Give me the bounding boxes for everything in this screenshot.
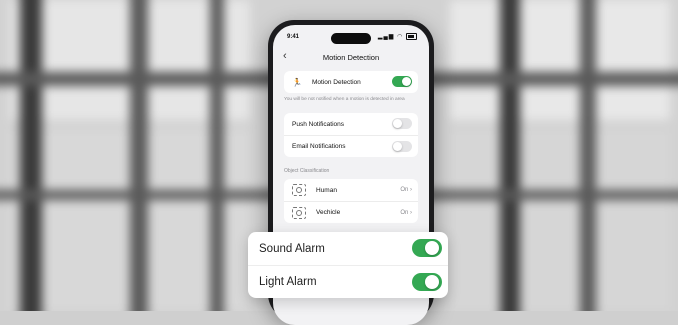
signal-icon: ▂▄▆	[377, 34, 395, 41]
battery-icon	[406, 33, 417, 40]
status-time: 9:41	[287, 34, 300, 40]
sound-alarm-toggle[interactable]	[412, 239, 442, 257]
email-notifications-row: Email Notifications	[284, 135, 418, 157]
motion-detection-toggle[interactable]	[392, 76, 412, 87]
motion-detection-row: 🏃 Motion Detection	[284, 71, 418, 93]
light-alarm-label: Light Alarm	[259, 276, 317, 288]
human-scan-icon	[292, 184, 306, 196]
motion-hint: You will be not notified when a motion i…	[284, 97, 405, 102]
human-label: Human	[316, 186, 337, 194]
push-notifications-toggle[interactable]	[392, 118, 412, 129]
object-classification-heading: Object Classification	[284, 168, 330, 174]
nav-bar: ‹ Motion Detection	[273, 49, 429, 65]
motion-detection-label: Motion Detection	[311, 78, 361, 86]
wifi-icon: ◠	[397, 34, 404, 41]
push-notifications-row: Push Notifications	[284, 113, 418, 135]
vehicle-row[interactable]: Vechicle On ›	[284, 201, 418, 223]
vehicle-value: On ›	[400, 209, 412, 216]
running-person-icon: 🏃	[292, 77, 302, 87]
dynamic-island	[331, 33, 371, 44]
email-notifications-toggle[interactable]	[392, 141, 412, 152]
vehicle-label: Vechicle	[316, 209, 341, 216]
status-icons: ▂▄▆ ◠	[378, 33, 417, 40]
notifications-card: Push Notifications Email Notifications	[284, 113, 418, 157]
page-title: Motion Detection	[322, 53, 380, 62]
alarms-card: Sound Alarm Light Alarm	[248, 232, 448, 298]
human-row[interactable]: Human On ›	[284, 179, 418, 201]
push-notifications-label: Push Notifications	[292, 120, 345, 128]
motion-card: 🏃 Motion Detection	[284, 71, 418, 93]
sound-alarm-label: Sound Alarm	[259, 242, 325, 255]
light-alarm-toggle[interactable]	[412, 273, 442, 291]
vehicle-scan-icon	[292, 206, 306, 219]
human-value: On ›	[400, 187, 412, 193]
object-classification-card: Human On › Vechicle On ›	[284, 179, 418, 223]
sound-alarm-row: Sound Alarm	[248, 232, 448, 265]
light-alarm-row: Light Alarm	[248, 265, 448, 298]
email-notifications-label: Email Notifications	[292, 143, 346, 150]
